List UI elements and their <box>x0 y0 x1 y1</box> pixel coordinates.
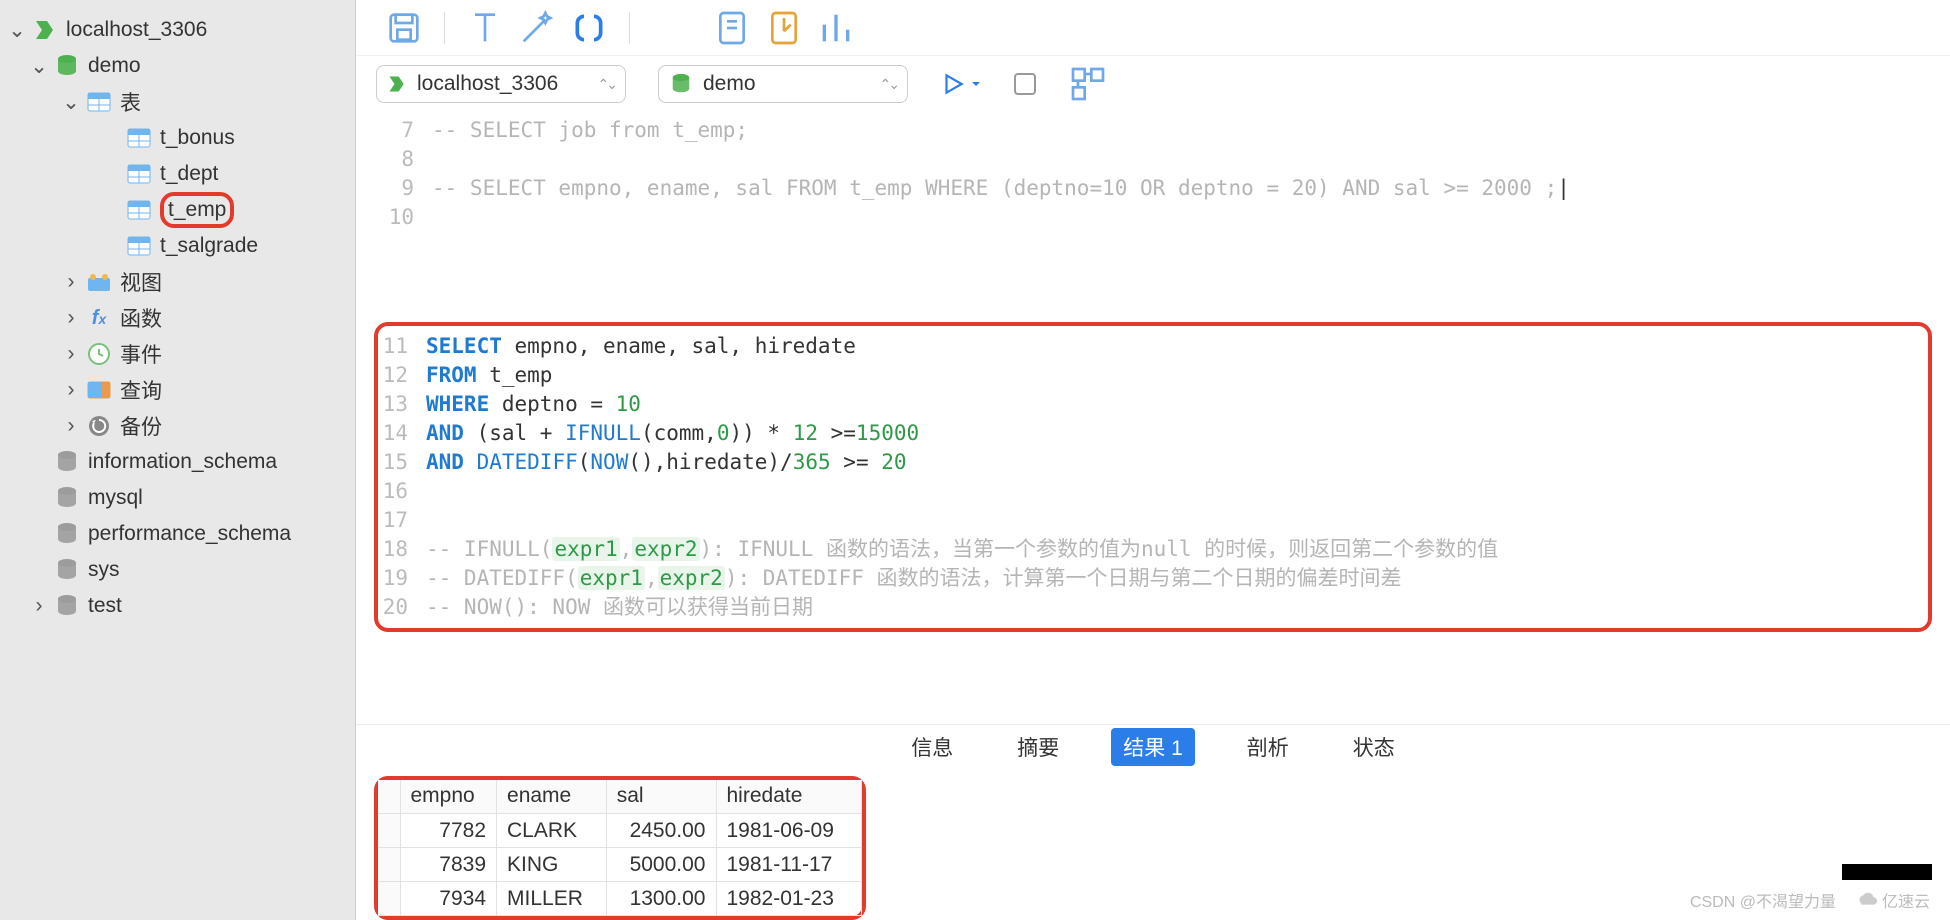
tree-label: 查询 <box>120 375 162 405</box>
tree-item[interactable]: t_dept <box>0 156 355 192</box>
connection-combo[interactable]: localhost_3306 ⌃⌄ <box>376 65 626 103</box>
tree-item[interactable]: performance_schema <box>0 516 355 552</box>
tree-label: t_dept <box>160 162 218 186</box>
tree-icon <box>126 125 152 151</box>
tree-label: t_salgrade <box>160 234 258 258</box>
chevron-down-icon[interactable]: ⌄ <box>10 18 24 43</box>
tree-icon <box>54 593 80 619</box>
tree-icon <box>86 341 112 367</box>
tree-item[interactable]: ⌄ demo <box>0 48 355 84</box>
tree-label: test <box>88 594 122 618</box>
tree-label: information_schema <box>88 450 277 474</box>
chevron-right-icon[interactable]: › <box>64 270 78 294</box>
tree-icon: fx <box>86 305 112 331</box>
tree-label: performance_schema <box>88 522 291 546</box>
chart-icon[interactable] <box>816 8 856 48</box>
result-tab[interactable]: 状态 <box>1341 728 1407 766</box>
tree-item[interactable]: information_schema <box>0 444 355 480</box>
export-icon[interactable] <box>764 8 804 48</box>
tree-label: demo <box>88 54 141 78</box>
tree-icon <box>54 521 80 547</box>
format-icon[interactable] <box>465 8 505 48</box>
database-combo-label: demo <box>703 72 756 96</box>
toolbar <box>356 0 1950 56</box>
tree-item[interactable]: t_salgrade <box>0 228 355 264</box>
main-panel: localhost_3306 ⌃⌄ demo ⌃⌄ 7 8 9 10 -- SE… <box>356 0 1950 920</box>
connection-combo-label: localhost_3306 <box>417 72 558 96</box>
result-tab[interactable]: 剖析 <box>1235 728 1301 766</box>
tree-icon <box>126 233 152 259</box>
column-header[interactable]: ename <box>497 780 607 814</box>
tree-icon <box>86 269 112 295</box>
tree-label: 事件 <box>120 339 162 369</box>
tree-icon <box>32 17 58 43</box>
controls-bar: localhost_3306 ⌃⌄ demo ⌃⌄ <box>356 56 1950 112</box>
tree-label: 表 <box>120 87 141 117</box>
table-row[interactable]: 7839KING5000.001981-11-17 <box>378 848 862 882</box>
column-header[interactable]: sal <box>606 780 716 814</box>
tree-icon <box>54 557 80 583</box>
result-tab[interactable]: 结果 1 <box>1111 728 1195 766</box>
tree-item[interactable]: › 事件 <box>0 336 355 372</box>
chevron-right-icon[interactable]: › <box>32 594 46 618</box>
result-tabs: 信息 摘要 结果 1 剖析 状态 <box>356 724 1950 770</box>
chevron-right-icon[interactable]: › <box>64 342 78 366</box>
sql-editor[interactable]: 7 8 9 10 -- SELECT job from t_emp; -- SE… <box>356 112 1950 724</box>
tree-icon <box>54 485 80 511</box>
chevron-down-icon[interactable]: ⌄ <box>32 54 46 79</box>
run-button[interactable] <box>940 71 982 97</box>
column-header[interactable]: hiredate <box>716 780 862 814</box>
row-handle <box>378 780 400 814</box>
result-tab[interactable]: 信息 <box>899 728 965 766</box>
tree-item[interactable]: › 查询 <box>0 372 355 408</box>
tree-item[interactable]: › test <box>0 588 355 624</box>
combo-stepper-icon[interactable]: ⌃⌄ <box>598 76 615 93</box>
column-header[interactable]: empno <box>400 780 497 814</box>
tree-icon <box>54 53 80 79</box>
tree-icon <box>86 89 112 115</box>
results-table[interactable]: empnoenamesalhiredate 7782CLARK2450.0019… <box>378 780 862 917</box>
tree-item[interactable]: ⌄表 <box>0 84 355 120</box>
tree-icon <box>126 161 152 187</box>
tree-item[interactable]: t_bonus <box>0 120 355 156</box>
chevron-right-icon[interactable]: › <box>64 414 78 438</box>
tree-item[interactable]: › fx 函数 <box>0 300 355 336</box>
tree-icon <box>86 377 112 403</box>
tree-label: 视图 <box>120 267 162 297</box>
magic-icon[interactable] <box>517 8 557 48</box>
tree-item[interactable]: › 备份 <box>0 408 355 444</box>
tree-icon <box>54 449 80 475</box>
tree-item[interactable]: mysql <box>0 480 355 516</box>
tree-item[interactable]: ⌄ localhost_3306 <box>0 12 355 48</box>
result-tab[interactable]: 摘要 <box>1005 728 1071 766</box>
redaction-bar <box>1842 864 1932 880</box>
tree-label: t_bonus <box>160 126 235 150</box>
tree-item[interactable]: › 视图 <box>0 264 355 300</box>
tree-label: mysql <box>88 486 143 510</box>
database-combo[interactable]: demo ⌃⌄ <box>658 65 908 103</box>
tree-icon <box>126 197 152 223</box>
note-icon[interactable] <box>712 8 752 48</box>
table-row[interactable]: 7782CLARK2450.001981-06-09 <box>378 814 862 848</box>
tree-label: 函数 <box>120 303 162 333</box>
tree-label: 备份 <box>120 411 162 441</box>
tree-label: localhost_3306 <box>66 18 207 42</box>
explain-icon[interactable] <box>1068 64 1108 104</box>
save-icon[interactable] <box>384 8 424 48</box>
watermark: CSDN @不渴望力量 亿速云 <box>1690 888 1930 912</box>
combo-stepper-icon[interactable]: ⌃⌄ <box>880 76 897 93</box>
table-row[interactable]: 7934MILLER1300.001982-01-23 <box>378 882 862 916</box>
tree-label: t_emp <box>160 192 234 228</box>
tree-item[interactable]: sys <box>0 552 355 588</box>
tree-label: sys <box>88 558 120 582</box>
chevron-right-icon[interactable]: › <box>64 378 78 402</box>
brackets-icon[interactable] <box>569 8 609 48</box>
chevron-right-icon[interactable]: › <box>64 306 78 330</box>
tree-item[interactable]: t_emp <box>0 192 355 228</box>
sidebar: ⌄localhost_3306⌄demo⌄表t_bonust_deptt_emp… <box>0 0 356 920</box>
checkbox[interactable] <box>1014 73 1036 95</box>
tree-icon <box>86 413 112 439</box>
chevron-down-icon[interactable]: ⌄ <box>64 90 78 115</box>
